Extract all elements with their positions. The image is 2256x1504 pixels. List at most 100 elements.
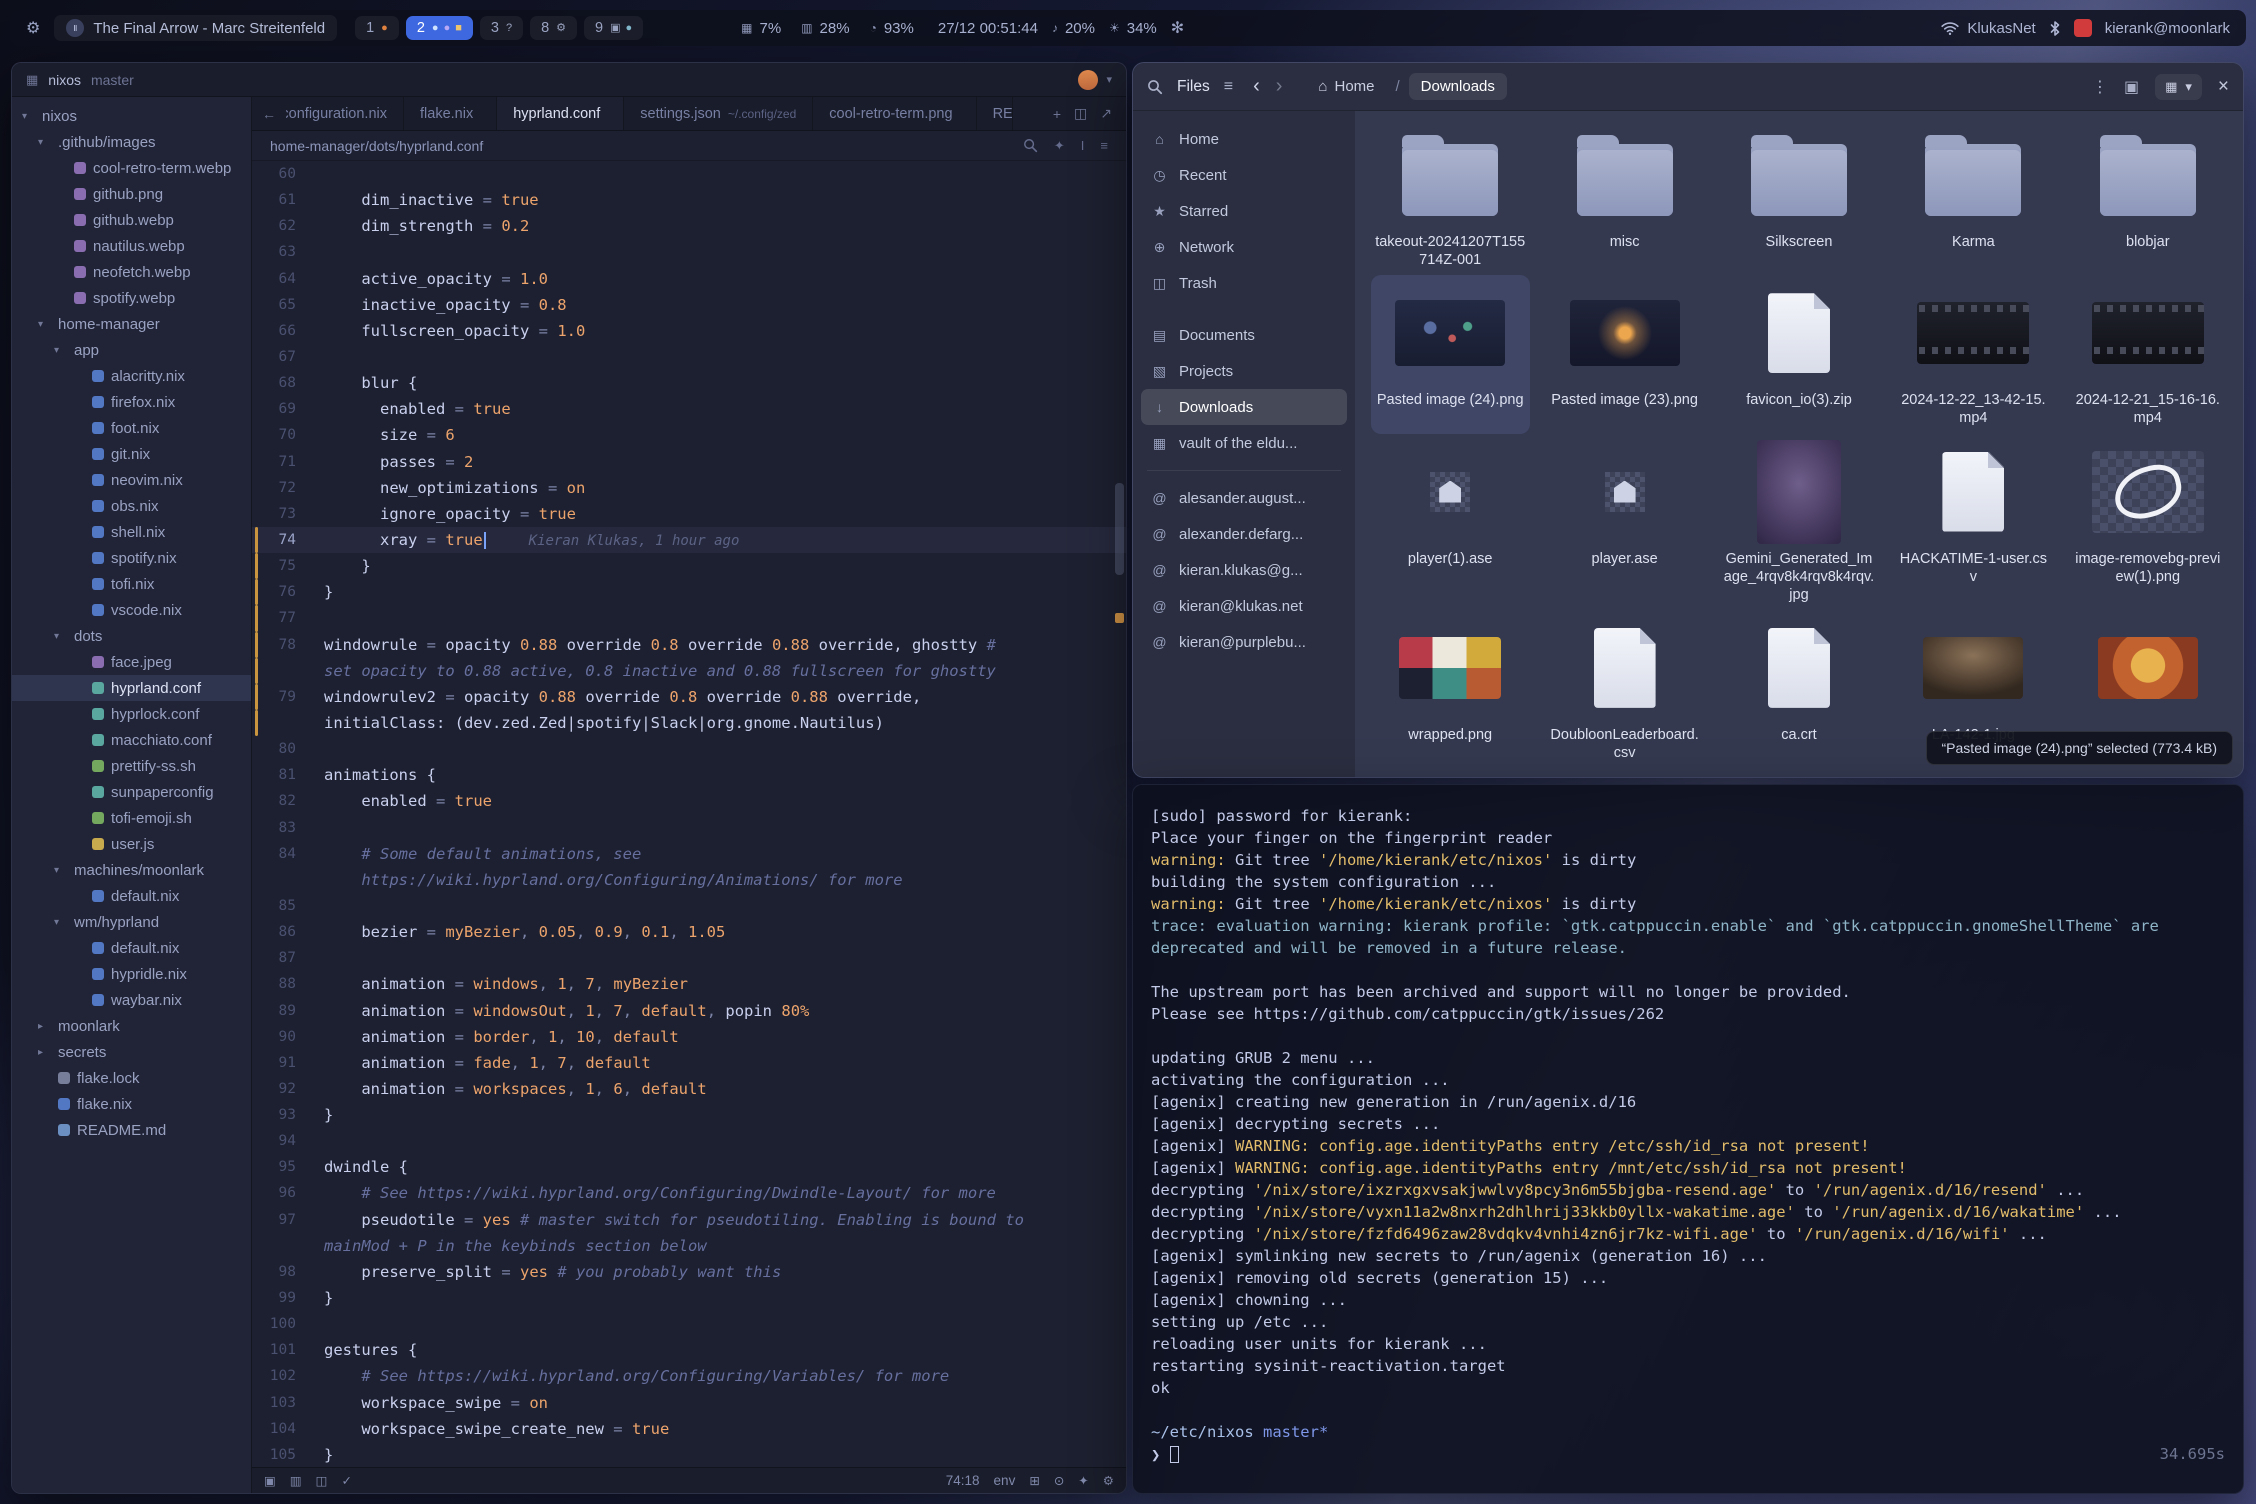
sidebar-account[interactable]: @ alexander.defarg... bbox=[1141, 516, 1347, 552]
editor-line[interactable]: 67 bbox=[252, 344, 1126, 370]
files-headerbar[interactable]: Files ≡ ‹ › ⌂ Home / Downloads ⋮ ▣ ▦ ▾ × bbox=[1133, 63, 2243, 111]
editor-line[interactable]: 88 animation = windows, 1, 7, myBezier bbox=[252, 971, 1126, 997]
workspace-button[interactable]: 9 ▣● bbox=[584, 16, 643, 40]
tree-item[interactable]: cool-retro-term.webp bbox=[12, 155, 251, 181]
tree-item[interactable]: ▸ secrets bbox=[12, 1039, 251, 1065]
tree-item[interactable]: neofetch.webp bbox=[12, 259, 251, 285]
editor-line[interactable]: 98 preserve_split = yes # you probably w… bbox=[252, 1259, 1126, 1285]
file-item[interactable]: HACKATIME-1-user.csv bbox=[1891, 434, 2055, 610]
editor-line[interactable]: 74 xray = trueKieran Klukas, 1 hour ago bbox=[252, 527, 1126, 553]
file-item[interactable]: 2024-12-22_13-42-15.mp4 bbox=[1891, 275, 2055, 433]
editor-line[interactable]: 86 bezier = myBezier, 0.05, 0.9, 0.1, 1.… bbox=[252, 919, 1126, 945]
editor-line[interactable]: 77 bbox=[252, 605, 1126, 631]
sidebar-account[interactable]: @ kieran.klukas@g... bbox=[1141, 552, 1347, 588]
tree-item[interactable]: ▾ app bbox=[12, 337, 251, 363]
tab-action-icon[interactable]: ↗ bbox=[1100, 105, 1112, 122]
editor-line[interactable]: 89 animation = windowsOut, 1, 7, default… bbox=[252, 998, 1126, 1024]
editor-scrollbar-thumb[interactable] bbox=[1115, 483, 1124, 575]
editor-line[interactable]: 90 animation = border, 1, 10, default bbox=[252, 1024, 1126, 1050]
sidebar-place[interactable]: ◫ Trash bbox=[1141, 265, 1347, 301]
editor-line[interactable]: 83 bbox=[252, 815, 1126, 841]
editor-line[interactable]: 68 blur { bbox=[252, 370, 1126, 396]
tree-item[interactable]: prettify-ss.sh bbox=[12, 753, 251, 779]
tree-item[interactable]: ▾ .github/images bbox=[12, 129, 251, 155]
editor-line[interactable]: 71 passes = 2 bbox=[252, 449, 1126, 475]
editor-toolbar-icon[interactable]: ✦ bbox=[1054, 138, 1065, 154]
editor-line[interactable]: mainMod + P in the keybinds section belo… bbox=[252, 1233, 1126, 1259]
editor-line[interactable]: 93 } bbox=[252, 1102, 1126, 1128]
tree-item[interactable]: github.png bbox=[12, 181, 251, 207]
file-item[interactable]: Pasted image (24).png bbox=[1371, 275, 1530, 433]
file-item[interactable]: player(1).ase bbox=[1402, 434, 1499, 610]
file-item[interactable]: DoubloonLeaderboard.csv bbox=[1543, 610, 1707, 768]
tree-item[interactable]: default.nix bbox=[12, 935, 251, 961]
editor-line[interactable]: 78 windowrule = opacity 0.88 override 0.… bbox=[252, 632, 1126, 658]
editor-line[interactable]: 85 bbox=[252, 893, 1126, 919]
editor-line[interactable]: 61 dim_inactive = true bbox=[252, 187, 1126, 213]
kebab-menu-icon[interactable]: ⋮ bbox=[2092, 77, 2108, 97]
close-icon[interactable]: × bbox=[2218, 76, 2229, 98]
tree-item[interactable]: foot.nix bbox=[12, 415, 251, 441]
editor-line[interactable]: 101 gestures { bbox=[252, 1337, 1126, 1363]
editor-line[interactable]: 91 animation = fade, 1, 7, default bbox=[252, 1050, 1126, 1076]
project-name[interactable]: nixos bbox=[48, 72, 81, 88]
editor-line[interactable]: 104 workspace_swipe_create_new = true bbox=[252, 1416, 1126, 1442]
nav-back-icon[interactable]: ← bbox=[262, 106, 276, 122]
tree-item[interactable]: user.js bbox=[12, 831, 251, 857]
editor-tab[interactable]: configuration.nix bbox=[286, 97, 404, 130]
search-icon[interactable] bbox=[1023, 138, 1038, 153]
avatar[interactable] bbox=[1078, 70, 1098, 90]
file-item[interactable]: Silkscreen bbox=[1745, 117, 1853, 275]
stat-widget[interactable]: ▦ 7% bbox=[741, 20, 781, 37]
tree-item[interactable]: obs.nix bbox=[12, 493, 251, 519]
git-branch-label[interactable]: master bbox=[91, 72, 134, 88]
editor-line[interactable]: 99 } bbox=[252, 1285, 1126, 1311]
sidebar-place[interactable]: ▦ vault of the eldu... bbox=[1141, 425, 1347, 461]
tree-item[interactable]: default.nix bbox=[12, 883, 251, 909]
tree-item[interactable]: README.md bbox=[12, 1117, 251, 1143]
tree-item[interactable]: ▾ home-manager bbox=[12, 311, 251, 337]
bluetooth-icon[interactable] bbox=[2049, 20, 2061, 37]
editor-line[interactable]: 65 inactive_opacity = 0.8 bbox=[252, 292, 1126, 318]
tree-item[interactable]: git.nix bbox=[12, 441, 251, 467]
tree-item[interactable]: neovim.nix bbox=[12, 467, 251, 493]
editor-toolbar-icon[interactable]: ≡ bbox=[1100, 138, 1108, 154]
editor-tab[interactable]: flake.nix bbox=[404, 97, 497, 130]
network-widget[interactable]: KlukasNet bbox=[1941, 20, 2035, 37]
tree-item[interactable]: waybar.nix bbox=[12, 987, 251, 1013]
tree-item[interactable]: hyprland.conf bbox=[12, 675, 251, 701]
editor-line[interactable]: 73 ignore_opacity = true bbox=[252, 501, 1126, 527]
file-item[interactable]: Gemini_Generated_Image_4rqv8k4rqv8k4rqv.… bbox=[1717, 434, 1881, 610]
file-item[interactable]: image-removebg-preview(1).png bbox=[2066, 434, 2230, 610]
editor-line[interactable]: 103 workspace_swipe = on bbox=[252, 1390, 1126, 1416]
statusbar-icon[interactable]: ✓ bbox=[341, 1473, 351, 1488]
editor-line[interactable]: 87 bbox=[252, 945, 1126, 971]
editor-line[interactable]: 63 bbox=[252, 239, 1126, 265]
sidebar-place[interactable]: ◷ Recent bbox=[1141, 157, 1347, 193]
editor-line[interactable]: set opacity to 0.88 active, 0.8 inactive… bbox=[252, 658, 1126, 684]
file-item[interactable]: 2024-12-21_15-16-16.mp4 bbox=[2066, 275, 2230, 433]
tree-item[interactable]: sunpaperconfig bbox=[12, 779, 251, 805]
tab-action-icon[interactable]: + bbox=[1053, 106, 1061, 122]
tree-item[interactable]: hypridle.nix bbox=[12, 961, 251, 987]
file-item[interactable]: takeout-20241207T155714Z-001 bbox=[1368, 117, 1532, 275]
editor-line[interactable]: 102 # See https://wiki.hyprland.org/Conf… bbox=[252, 1363, 1126, 1389]
file-item[interactable]: favicon_io(3).zip bbox=[1740, 275, 1858, 433]
editor-line[interactable]: initialClass: (dev.zed.Zed|spotify|Slack… bbox=[252, 710, 1126, 736]
sidebar-place[interactable]: ▤ Documents bbox=[1141, 317, 1347, 353]
pause-icon[interactable]: Ⅱ bbox=[66, 19, 84, 37]
brightness-widget[interactable]: ☀ 34% bbox=[1109, 20, 1157, 37]
sidebar-account[interactable]: @ kieran@klukas.net bbox=[1141, 588, 1347, 624]
clock[interactable]: 27/12 00:51:44 bbox=[938, 20, 1038, 37]
file-item[interactable]: Pasted image (23).png bbox=[1545, 275, 1704, 433]
view-toggle[interactable]: ▦ ▾ bbox=[2155, 74, 2202, 100]
editor-line[interactable]: 105 } bbox=[252, 1442, 1126, 1467]
stat-widget[interactable]: ◔ 93% bbox=[870, 20, 914, 37]
file-item[interactable]: Karma bbox=[1919, 117, 2027, 275]
editor-tab[interactable]: cool-retro-term.png bbox=[813, 97, 976, 130]
back-icon[interactable]: ‹ bbox=[1253, 75, 1260, 98]
tree-item[interactable]: tofi-emoji.sh bbox=[12, 805, 251, 831]
editor-line[interactable]: 97 pseudotile = yes # master switch for … bbox=[252, 1207, 1126, 1233]
media-player-widget[interactable]: Ⅱ The Final Arrow - Marc Streitenfeld bbox=[54, 15, 337, 41]
editor-line[interactable]: 96 # See https://wiki.hyprland.org/Confi… bbox=[252, 1180, 1126, 1206]
